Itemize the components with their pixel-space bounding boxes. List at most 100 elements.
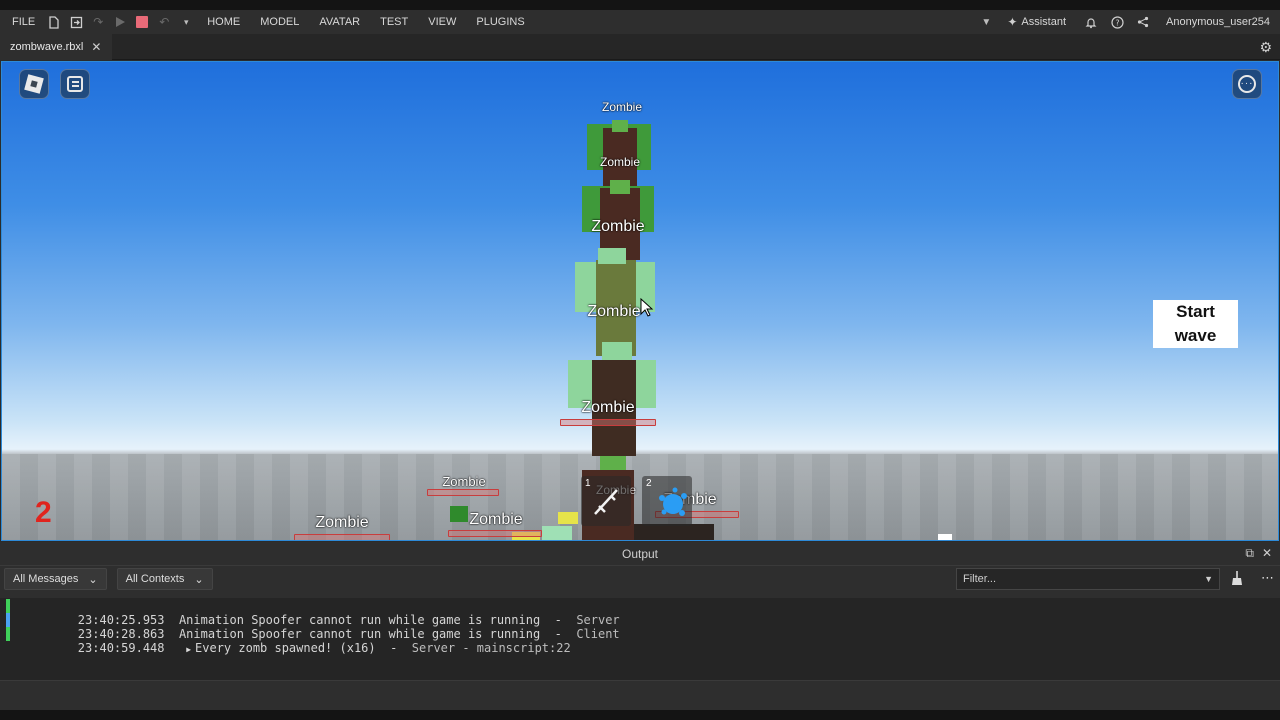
zombie-head <box>612 120 628 132</box>
play-icon[interactable] <box>112 14 128 30</box>
log-message: Every zomb spawned! (x16) <box>195 641 376 655</box>
output-toolbar: All Messages ⌄ All Contexts ⌄ Filter... … <box>0 566 1280 592</box>
roblox-studio-window: FILE ↷ ↶ ▾ HOME MODEL AVATAR TEST VIEW P… <box>0 0 1280 720</box>
menu-avatar[interactable]: AVATAR <box>309 16 370 28</box>
menu-home[interactable]: HOME <box>197 16 250 28</box>
help-icon[interactable]: ? <box>1109 14 1125 30</box>
log-row: 23:40:25.953 Animation Spoofer cannot ru… <box>0 599 1280 627</box>
menu-test[interactable]: TEST <box>370 16 418 28</box>
health-bar <box>448 530 542 537</box>
bell-icon[interactable] <box>1083 14 1099 30</box>
chevron-down-icon: ⌄ <box>88 573 98 586</box>
log-row: 23:40:28.863 Animation Spoofer cannot ru… <box>0 613 1280 641</box>
letterbox-bottom <box>0 710 1280 720</box>
undock-icon[interactable]: ⧉ <box>1245 546 1254 561</box>
log-time: 23:40:59.448 <box>77 641 165 655</box>
chevron-down-icon: ▼ <box>1204 574 1213 584</box>
start-wave-label-line1: Start <box>1176 302 1215 321</box>
health-bar <box>427 489 499 496</box>
log-level-marker <box>6 627 10 641</box>
log-source: Server - mainscript:22 <box>411 641 571 655</box>
hotbar-slot-2[interactable]: 2 <box>642 476 692 526</box>
gear-icon[interactable]: ⚙ <box>1259 39 1272 56</box>
close-icon[interactable]: ✕ <box>91 40 101 54</box>
zombie-nametag: Zombie <box>469 511 523 528</box>
roblox-logo-icon <box>24 74 44 94</box>
more-options-button[interactable]: ··· <box>1232 69 1262 99</box>
zombie-head <box>598 248 626 264</box>
log-row[interactable]: 23:40:59.448 ▶ Every zomb spawned! (x16) … <box>0 627 1280 655</box>
svg-text:?: ? <box>1115 18 1119 27</box>
chevron-down-icon: ⌄ <box>194 573 204 586</box>
share-icon[interactable] <box>1135 14 1151 30</box>
more-icon[interactable]: ⋯ <box>1261 570 1274 586</box>
contexts-filter-dropdown[interactable]: All Contexts ⌄ <box>116 568 213 590</box>
log-level-marker <box>6 599 10 613</box>
output-header: Output ⧉ ✕ <box>0 542 1280 566</box>
mouse-cursor-icon <box>640 298 654 317</box>
zombie-part <box>450 506 468 522</box>
redo-icon[interactable]: ↷ <box>90 14 106 30</box>
health-bar <box>560 419 656 426</box>
wave-number: 2 <box>35 496 52 529</box>
zombie-part <box>542 526 572 540</box>
zombie-head <box>600 456 626 470</box>
zombie-nametag: Zombie <box>442 474 486 489</box>
output-footer <box>0 680 1280 710</box>
close-icon[interactable]: ✕ <box>1262 546 1272 561</box>
zombie-nametag: Zombie <box>599 155 641 169</box>
health-bar <box>294 534 390 540</box>
hotbar-slot-number: 1 <box>585 478 591 489</box>
hotbar-slot-number: 2 <box>646 478 652 489</box>
zombie-nametag: Zombie <box>581 399 635 416</box>
new-file-icon[interactable] <box>46 14 62 30</box>
menu-right-group: ▼ ✦ Assistant ? Anonymous_user254 <box>975 14 1280 30</box>
start-wave-label-line2: wave <box>1174 326 1217 345</box>
menu-model[interactable]: MODEL <box>250 16 309 28</box>
more-icon: ··· <box>1238 75 1256 93</box>
zombie-nametag: Zombie <box>601 100 643 114</box>
sparkle-icon: ✦ <box>1007 15 1018 29</box>
zombie-nametag: Zombie <box>591 218 645 235</box>
user-name[interactable]: Anonymous_user254 <box>1166 16 1270 28</box>
start-wave-button[interactable]: Start wave <box>1153 300 1238 348</box>
stop-icon[interactable] <box>134 14 150 30</box>
undo-icon[interactable]: ↶ <box>156 14 172 30</box>
roblox-menu-button[interactable] <box>19 69 49 99</box>
menu-view[interactable]: VIEW <box>418 16 466 28</box>
clear-output-icon[interactable] <box>1230 570 1244 589</box>
zombie-head <box>610 180 630 194</box>
file-menu[interactable]: FILE <box>0 16 43 28</box>
chat-icon <box>67 76 83 92</box>
output-title: Output <box>621 546 659 561</box>
filter-input[interactable]: Filter... ▼ <box>956 568 1220 590</box>
tab-zombwave[interactable]: zombwave.rbxl ✕ <box>0 34 112 60</box>
filter-placeholder: Filter... <box>963 573 997 585</box>
messages-filter-dropdown[interactable]: All Messages ⌄ <box>4 568 107 590</box>
hotbar-slot-1[interactable]: 1 <box>581 476 631 526</box>
document-tab-bar: zombwave.rbxl ✕ ⚙ <box>0 34 1280 60</box>
zombie-part <box>558 512 578 524</box>
zombie-part <box>634 524 714 540</box>
output-log[interactable]: 23:40:25.953 Animation Spoofer cannot ru… <box>0 598 1280 680</box>
zombie-nametag: Zombie <box>315 514 369 531</box>
assistant-button[interactable]: ✦ Assistant <box>1007 15 1066 29</box>
menu-plugins[interactable]: PLUGINS <box>466 16 534 28</box>
game-viewport[interactable]: ··· Zombie Zombie Zombie Zombie Zombie Z… <box>1 61 1279 541</box>
zombie-head <box>602 342 632 360</box>
chevron-down-icon[interactable]: ▾ <box>178 14 194 30</box>
menu-bar: FILE ↷ ↶ ▾ HOME MODEL AVATAR TEST VIEW P… <box>0 10 1280 34</box>
log-level-marker <box>6 613 10 627</box>
zombie-nametag: Zombie <box>587 303 641 320</box>
zombie-part <box>938 534 952 540</box>
tab-title: zombwave.rbxl <box>10 41 84 53</box>
expand-triangle-icon[interactable]: ▶ <box>186 645 191 654</box>
letterbox-top <box>0 0 1280 10</box>
chevron-down-icon[interactable]: ▼ <box>978 14 994 30</box>
chat-button[interactable] <box>60 69 90 99</box>
contexts-filter-value: All Contexts <box>125 573 185 585</box>
publish-icon[interactable] <box>68 14 84 30</box>
output-panel: Output ⧉ ✕ All Messages ⌄ All Contexts ⌄… <box>0 542 1280 710</box>
assistant-label: Assistant <box>1021 16 1067 28</box>
messages-filter-value: All Messages <box>13 573 79 585</box>
